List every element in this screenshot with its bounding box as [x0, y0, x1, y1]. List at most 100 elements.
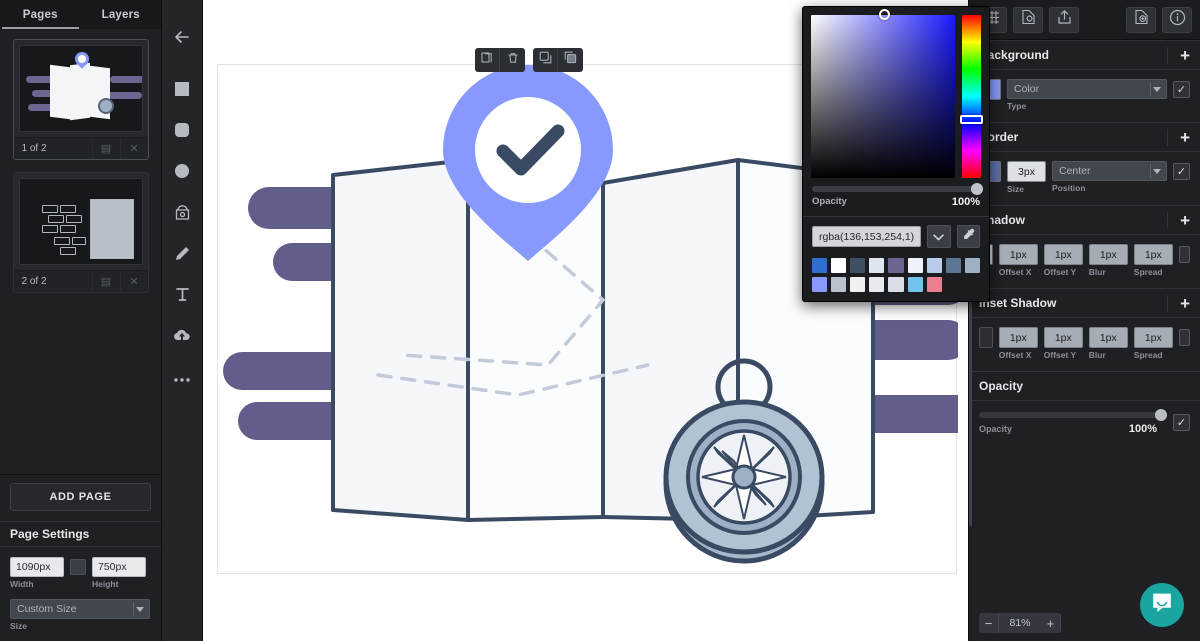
width-label: Width [10, 579, 34, 589]
inset-shadow-offsety-group: 1px Offset Y [1043, 327, 1083, 360]
opacity-slider[interactable] [979, 409, 1167, 421]
swatch-15[interactable] [926, 277, 942, 292]
shadow-offsetx-input[interactable]: 1px [998, 244, 1038, 265]
size-preset-select[interactable]: Custom Size [10, 599, 150, 619]
page-card-1-footer: 1 of 2 ▤ ✕ [13, 137, 148, 159]
shadow-blur-input[interactable]: 1px [1088, 244, 1128, 265]
swatch-14[interactable] [907, 277, 923, 292]
page-card-1[interactable]: 1 of 2 ▤ ✕ [12, 39, 149, 160]
inset-shadow-color-swatch[interactable] [979, 327, 993, 348]
upload-tool[interactable] [162, 317, 203, 358]
background-add-icon[interactable]: + [1167, 46, 1190, 64]
swatch-7[interactable] [945, 258, 961, 273]
zoom-level-value[interactable]: 81% [999, 613, 1041, 633]
inset-shadow-spread-label: Spread [1133, 350, 1163, 360]
delete-object-button[interactable] [500, 48, 525, 72]
page-2-duplicate-icon[interactable]: ▤ [91, 270, 120, 292]
width-input[interactable]: 1090px [10, 557, 64, 577]
import-file-button[interactable] [1126, 6, 1156, 33]
picker-opacity-knob[interactable] [971, 183, 983, 195]
swatch-9[interactable] [812, 277, 828, 292]
zoom-in-button[interactable]: + [1041, 613, 1061, 633]
inset-shadow-blur-input[interactable]: 1px [1088, 327, 1128, 348]
more-tools[interactable] [162, 358, 203, 399]
page-card-2[interactable]: 2 of 2 ▤ ✕ [12, 172, 149, 293]
color-picker-popup[interactable]: Opacity 100% rgba(136,153,254,1) [802, 6, 990, 302]
export-button[interactable] [1049, 6, 1079, 33]
chevron-down-icon [1153, 87, 1161, 92]
pencil-tool[interactable] [162, 235, 203, 276]
border-enabled-checkbox[interactable]: ✓ [1173, 163, 1190, 180]
duplicate-object-button[interactable] [475, 48, 500, 72]
picker-opacity-slider[interactable] [812, 183, 983, 195]
inset-shadow-offsetx-input[interactable]: 1px [998, 327, 1038, 348]
swatch-1[interactable] [831, 258, 847, 273]
sv-cursor[interactable] [879, 9, 890, 20]
swatch-2[interactable] [850, 258, 866, 273]
color-format-dropdown[interactable] [927, 225, 951, 248]
inset-shadow-spread-input[interactable]: 1px [1133, 327, 1173, 348]
background-type-select[interactable]: Color [1007, 79, 1167, 99]
opacity-value: 100% [1128, 423, 1157, 435]
swatch-3[interactable] [869, 258, 885, 273]
inset-shadow-enabled-checkbox[interactable]: ✓ [1178, 329, 1190, 346]
swatch-5[interactable] [907, 258, 923, 273]
inset-shadow-blur-group: 1px Blur [1088, 327, 1128, 360]
thumbnail-bricks-illustration [20, 179, 142, 264]
shadow-spread-input[interactable]: 1px [1133, 244, 1173, 265]
hue-slider[interactable] [959, 15, 983, 178]
rectangle-tool[interactable] [162, 71, 203, 112]
swatch-13[interactable] [888, 277, 904, 292]
shadow-add-icon[interactable]: + [1167, 211, 1190, 229]
back-arrow-icon[interactable] [162, 16, 203, 57]
hue-cursor[interactable] [959, 115, 983, 124]
page-1-close-icon[interactable]: ✕ [119, 137, 148, 159]
support-chat-button[interactable] [1140, 583, 1184, 627]
opacity-enabled-checkbox[interactable]: ✓ [1173, 414, 1190, 431]
eyedropper-button[interactable] [956, 225, 980, 248]
rounded-rectangle-tool[interactable] [162, 112, 203, 153]
page-2-close-icon[interactable]: ✕ [119, 270, 148, 292]
document-settings-button[interactable] [1013, 6, 1043, 33]
bring-forward-button[interactable] [533, 48, 558, 72]
border-add-icon[interactable]: + [1167, 128, 1190, 146]
swatch-0[interactable] [812, 258, 828, 273]
tab-layers[interactable]: Layers [81, 0, 162, 29]
object-actions-group [475, 48, 525, 72]
image-icon [174, 204, 191, 226]
zoom-out-button[interactable]: − [979, 613, 999, 633]
send-backward-button[interactable] [558, 48, 583, 72]
saturation-value-area[interactable] [811, 9, 955, 178]
swatch-11[interactable] [850, 277, 866, 292]
swatch-8[interactable] [964, 258, 980, 273]
color-value-row: rgba(136,153,254,1) [803, 217, 989, 256]
image-tool[interactable] [162, 194, 203, 235]
ellipse-tool[interactable] [162, 153, 203, 194]
swatch-12[interactable] [869, 277, 885, 292]
swatch-10[interactable] [831, 277, 847, 292]
height-input[interactable]: 750px [92, 557, 146, 577]
swatch-6[interactable] [926, 258, 942, 273]
border-size-input[interactable]: 3px [1007, 161, 1046, 182]
shadow-offsety-input[interactable]: 1px [1043, 244, 1083, 265]
info-button[interactable] [1162, 6, 1192, 33]
tab-layers-label: Layers [101, 8, 140, 21]
shadow-enabled-checkbox[interactable]: ✓ [1178, 246, 1190, 263]
opacity-slider-knob[interactable] [1155, 409, 1167, 421]
swatch-4[interactable] [888, 258, 904, 273]
color-value-input[interactable]: rgba(136,153,254,1) [812, 226, 922, 247]
link-aspect-icon[interactable] [70, 559, 86, 575]
add-page-button[interactable]: ADD PAGE [10, 483, 151, 511]
shadow-offsety-group: 1px Offset Y [1043, 244, 1083, 277]
zoom-control: − 81% + [979, 613, 1061, 633]
tab-pages[interactable]: Pages [0, 0, 81, 29]
border-position-select[interactable]: Center [1052, 161, 1167, 181]
inset-shadow-offsety-input[interactable]: 1px [1043, 327, 1083, 348]
background-enabled-checkbox[interactable]: ✓ [1173, 81, 1190, 98]
inset-shadow-add-icon[interactable]: + [1167, 294, 1190, 312]
height-label: Height [92, 579, 119, 589]
text-tool[interactable] [162, 276, 203, 317]
page-1-duplicate-icon[interactable]: ▤ [91, 137, 120, 159]
square-icon [174, 81, 190, 102]
page-1-label: 1 of 2 [21, 143, 47, 154]
